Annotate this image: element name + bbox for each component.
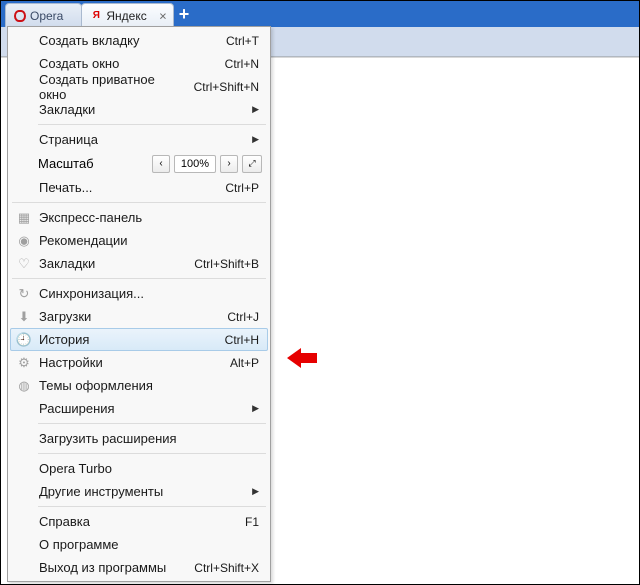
menu-item-label: Закладки	[39, 256, 184, 271]
menu-item-label: Синхронизация...	[39, 286, 259, 301]
menu-item-opera-turbo[interactable]: Opera Turbo	[10, 457, 268, 480]
heart-icon: ♡	[16, 256, 32, 272]
opera-menu: Создать вкладкуCtrl+TСоздать окноCtrl+NС…	[7, 26, 271, 582]
menu-item-создать-приватное-окно[interactable]: Создать приватное окноCtrl+Shift+N	[10, 75, 268, 98]
menu-item-настройки[interactable]: ⚙ НастройкиAlt+P	[10, 351, 268, 374]
menu-item-темы-оформления[interactable]: ◍ Темы оформления	[10, 374, 268, 397]
chevron-right-icon: ▶	[252, 403, 259, 414]
menu-separator	[38, 124, 266, 125]
menu-separator	[12, 278, 266, 279]
menu-item-label: Страница	[39, 132, 244, 147]
history-icon: 🕘	[16, 332, 32, 348]
fullscreen-button[interactable]: ⤢	[242, 155, 262, 173]
menu-item-zoom: Масштаб ‹100%›⤢	[10, 151, 268, 176]
sync-icon: ↻	[16, 286, 32, 302]
yandex-icon: Я	[90, 10, 102, 22]
menu-item-загрузки[interactable]: ⬇ ЗагрузкиCtrl+J	[10, 305, 268, 328]
menu-item-label: Экспресс-панель	[39, 210, 259, 225]
menu-item-label: Создать окно	[39, 56, 215, 71]
opera-icon	[14, 10, 26, 22]
tab-label: Opera	[30, 9, 63, 23]
tab-opera[interactable]: Opera	[5, 3, 82, 27]
menu-item-shortcut: Ctrl+P	[215, 181, 259, 195]
menu-item-label: Создать вкладку	[39, 33, 216, 48]
menu-item-закладки[interactable]: ♡ ЗакладкиCtrl+Shift+B	[10, 252, 268, 275]
menu-item-о-программе[interactable]: О программе	[10, 533, 268, 556]
menu-item-label: Opera Turbo	[39, 461, 259, 476]
menu-item-label: Справка	[39, 514, 235, 529]
menu-item-shortcut: Ctrl+H	[215, 333, 259, 347]
menu-item-label: Рекомендации	[39, 233, 259, 248]
menu-item-label: Закладки	[39, 102, 244, 117]
menu-item-расширения[interactable]: Расширения ▶	[10, 397, 268, 420]
chevron-right-icon: ▶	[252, 104, 259, 115]
menu-item-label: Расширения	[39, 401, 244, 416]
menu-item-label: Другие инструменты	[39, 484, 244, 499]
menu-item-shortcut: Ctrl+J	[217, 310, 259, 324]
tab-label: Яндекс	[106, 9, 146, 23]
chevron-right-icon: ▶	[252, 134, 259, 145]
menu-separator	[38, 506, 266, 507]
callout-arrow	[287, 348, 317, 368]
settings-icon: ⚙	[16, 355, 32, 371]
menu-item-label: Печать...	[39, 180, 215, 195]
menu-item-печать[interactable]: Печать...Ctrl+P	[10, 176, 268, 199]
menu-item-shortcut: F1	[235, 515, 259, 529]
menu-item-экспресс-панель[interactable]: ▦ Экспресс-панель	[10, 206, 268, 229]
close-icon[interactable]: ×	[159, 9, 167, 22]
zoom-out-button[interactable]: ‹	[152, 155, 170, 173]
tab-strip: Opera Я Яндекс × +	[1, 1, 639, 27]
menu-item-shortcut: Ctrl+N	[215, 57, 259, 71]
menu-item-закладки[interactable]: Закладки ▶	[10, 98, 268, 121]
menu-item-label: Темы оформления	[39, 378, 259, 393]
menu-item-label: О программе	[39, 537, 259, 552]
menu-item-label: История	[39, 332, 215, 347]
grid-icon: ▦	[16, 210, 32, 226]
zoom-value: 100%	[174, 155, 216, 173]
eye-icon: ◉	[16, 233, 32, 249]
menu-item-shortcut: Ctrl+Shift+N	[184, 80, 259, 94]
zoom-in-button[interactable]: ›	[220, 155, 238, 173]
theme-icon: ◍	[16, 378, 32, 394]
menu-separator	[38, 453, 266, 454]
menu-item-label: Загрузки	[39, 309, 217, 324]
menu-item-справка[interactable]: СправкаF1	[10, 510, 268, 533]
menu-item-shortcut: Ctrl+T	[216, 34, 259, 48]
menu-item-страница[interactable]: Страница ▶	[10, 128, 268, 151]
menu-item-label: Создать приватное окно	[39, 72, 184, 102]
menu-separator	[12, 202, 266, 203]
menu-separator	[38, 423, 266, 424]
menu-item-label: Масштаб	[38, 156, 94, 171]
new-tab-button[interactable]: +	[173, 4, 196, 25]
menu-item-label: Загрузить расширения	[39, 431, 259, 446]
download-icon: ⬇	[16, 309, 32, 325]
zoom-controls: ‹100%›⤢	[152, 155, 262, 173]
menu-item-shortcut: Ctrl+Shift+X	[184, 561, 259, 575]
chevron-right-icon: ▶	[252, 486, 259, 497]
menu-item-label: Настройки	[39, 355, 220, 370]
menu-item-shortcut: Alt+P	[220, 356, 259, 370]
menu-item-рекомендации[interactable]: ◉ Рекомендации	[10, 229, 268, 252]
menu-item-история[interactable]: 🕘 ИсторияCtrl+H	[10, 328, 268, 351]
menu-item-загрузить-расширения[interactable]: Загрузить расширения	[10, 427, 268, 450]
menu-item-выход-из-программы[interactable]: Выход из программыCtrl+Shift+X	[10, 556, 268, 579]
menu-item-синхронизация[interactable]: ↻ Синхронизация...	[10, 282, 268, 305]
menu-item-создать-вкладку[interactable]: Создать вкладкуCtrl+T	[10, 29, 268, 52]
menu-item-другие-инструменты[interactable]: Другие инструменты ▶	[10, 480, 268, 503]
tab-yandex[interactable]: Я Яндекс ×	[81, 3, 173, 27]
menu-item-label: Выход из программы	[39, 560, 184, 575]
menu-item-shortcut: Ctrl+Shift+B	[184, 257, 259, 271]
